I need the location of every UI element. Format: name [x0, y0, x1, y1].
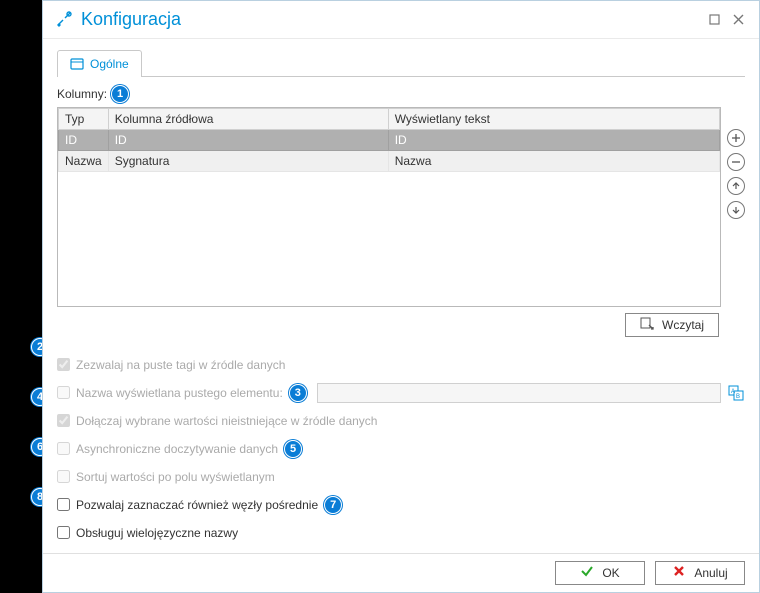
tabstrip: Ogólne	[57, 49, 745, 77]
ok-button[interactable]: OK	[555, 561, 645, 585]
translate-icon[interactable]: AB	[727, 384, 745, 402]
load-icon	[640, 316, 654, 333]
opt-allow-empty-tags: Zezwalaj na puste tagi w źródle danych	[57, 355, 745, 375]
checkbox-allow-intermediate-nodes[interactable]	[57, 498, 70, 511]
svg-text:B: B	[736, 394, 740, 400]
opt-label: Pozwalaj zaznaczać również węzły pośredn…	[76, 498, 318, 512]
table-row[interactable]: Nazwa Sygnatura Nazwa	[59, 150, 720, 171]
grid-header-source[interactable]: Kolumna źródłowa	[108, 108, 388, 129]
cell-source: ID	[108, 129, 388, 150]
ok-button-label: OK	[602, 566, 619, 580]
close-button[interactable]	[729, 10, 747, 28]
opt-label: Obsługuj wielojęzyczne nazwy	[76, 526, 238, 540]
config-dialog: Konfiguracja Ogólne Kolumny: 1	[42, 0, 760, 593]
cancel-icon	[672, 564, 686, 581]
checkbox-append-missing	[57, 414, 70, 427]
remove-row-button[interactable]	[727, 153, 745, 171]
cell-type: ID	[59, 129, 109, 150]
callout-badge-1: 1	[111, 85, 129, 103]
load-button[interactable]: Wczytaj	[625, 313, 719, 337]
maximize-button[interactable]	[705, 10, 723, 28]
callout-badge-5: 5	[284, 440, 302, 458]
cell-display: Nazwa	[388, 150, 719, 171]
opt-allow-intermediate-nodes[interactable]: Pozwalaj zaznaczać również węzły pośredn…	[57, 495, 745, 515]
grid-side-buttons	[727, 107, 745, 307]
cell-display: ID	[388, 129, 719, 150]
cell-type: Nazwa	[59, 150, 109, 171]
table-row[interactable]: ID ID ID	[59, 129, 720, 150]
opt-label: Sortuj wartości po polu wyświetlanym	[76, 470, 275, 484]
grid-header-type[interactable]: Typ	[59, 108, 109, 129]
empty-display-name-input	[317, 383, 721, 403]
load-button-label: Wczytaj	[662, 318, 704, 332]
opt-label: Asynchroniczne doczytywanie danych	[76, 442, 278, 456]
opt-async-load: Asynchroniczne doczytywanie danych 5	[57, 439, 745, 459]
cancel-button-label: Anuluj	[694, 566, 727, 580]
dialog-footer: OK Anuluj	[43, 553, 759, 592]
checkbox-empty-display-name	[57, 386, 70, 399]
callout-badge-7: 7	[324, 496, 342, 514]
svg-text:A: A	[731, 389, 735, 395]
opt-append-missing: Dołączaj wybrane wartości nieistniejące …	[57, 411, 745, 431]
checkbox-multilang-names[interactable]	[57, 526, 70, 539]
columns-label: Kolumny:	[57, 87, 107, 101]
opt-label: Zezwalaj na puste tagi w źródle danych	[76, 358, 285, 372]
columns-grid[interactable]: Typ Kolumna źródłowa Wyświetlany tekst I…	[57, 107, 721, 307]
tab-icon	[70, 57, 84, 71]
add-row-button[interactable]	[727, 129, 745, 147]
tab-label: Ogólne	[90, 57, 129, 71]
opt-multilang-names[interactable]: Obsługuj wielojęzyczne nazwy	[57, 523, 745, 543]
grid-header-display[interactable]: Wyświetlany tekst	[388, 108, 719, 129]
window-title: Konfiguracja	[81, 9, 181, 30]
grid-header-row: Typ Kolumna źródłowa Wyświetlany tekst	[59, 108, 720, 129]
cancel-button[interactable]: Anuluj	[655, 561, 745, 585]
checkbox-async-load	[57, 442, 70, 455]
titlebar: Konfiguracja	[43, 1, 759, 39]
callout-badge-3: 3	[289, 384, 307, 402]
checkbox-sort-by-display	[57, 470, 70, 483]
opt-label: Nazwa wyświetlana pustego elementu:	[76, 386, 283, 400]
move-up-button[interactable]	[727, 177, 745, 195]
cell-source: Sygnatura	[108, 150, 388, 171]
check-icon	[580, 564, 594, 581]
tools-icon	[55, 10, 73, 28]
opt-sort-by-display: Sortuj wartości po polu wyświetlanym	[57, 467, 745, 487]
opt-label: Dołączaj wybrane wartości nieistniejące …	[76, 414, 377, 428]
checkbox-allow-empty-tags	[57, 358, 70, 371]
move-down-button[interactable]	[727, 201, 745, 219]
opt-empty-display-name: Nazwa wyświetlana pustego elementu: 3 AB	[57, 383, 745, 403]
tab-general[interactable]: Ogólne	[57, 50, 142, 77]
